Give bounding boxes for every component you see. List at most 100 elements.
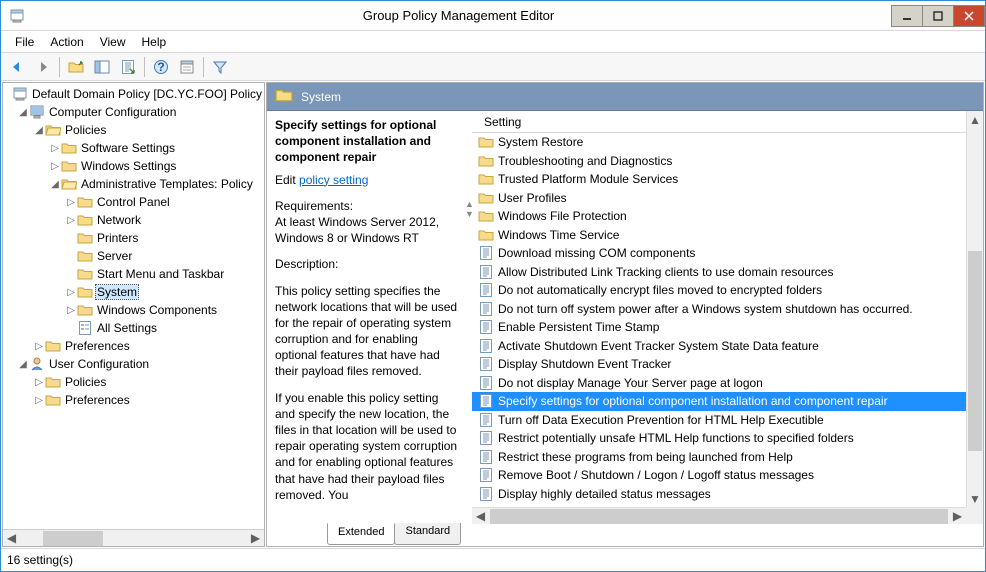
list-item[interactable]: Specify settings for optional component … — [472, 392, 983, 411]
filter-button[interactable] — [208, 55, 232, 79]
detail-pane: System Specify settings for optional com… — [266, 82, 984, 547]
list-item-label: Restrict these programs from being launc… — [498, 450, 793, 464]
tree-pane[interactable]: Default Domain Policy [DC.YC.FOO] Policy… — [2, 82, 265, 547]
list-item[interactable]: Remove Boot / Shutdown / Logon / Logoff … — [472, 466, 983, 485]
tree-software-settings[interactable]: ▷Software Settings — [3, 139, 264, 157]
app-icon — [9, 8, 25, 24]
tree-user-config[interactable]: ◢User Configuration — [3, 355, 264, 373]
export-list-button[interactable] — [116, 55, 140, 79]
back-button[interactable] — [5, 55, 29, 79]
view-tabs: Extended Standard — [267, 524, 983, 546]
tree-horizontal-scrollbar[interactable]: ◀▶ — [3, 529, 264, 546]
window-title: Group Policy Management Editor — [25, 8, 892, 23]
tree-server[interactable]: Server — [3, 247, 264, 265]
list-item[interactable]: System Restore — [472, 133, 983, 152]
list-item-label: Specify settings for optional component … — [498, 394, 888, 408]
collapse-icon[interactable]: ◢ — [17, 107, 29, 118]
menu-file[interactable]: File — [7, 33, 42, 51]
list-item[interactable]: Windows Time Service — [472, 226, 983, 245]
properties-button[interactable] — [175, 55, 199, 79]
tree-root[interactable]: Default Domain Policy [DC.YC.FOO] Policy — [3, 85, 264, 103]
list-item[interactable]: Download missing COM components — [472, 244, 983, 263]
list-item[interactable]: Do not display Manage Your Server page a… — [472, 374, 983, 393]
svg-text:?: ? — [157, 60, 164, 74]
policy-icon — [478, 319, 494, 335]
policy-icon — [478, 356, 494, 372]
show-hide-tree-button[interactable] — [90, 55, 114, 79]
tree-system[interactable]: ▷System — [3, 283, 264, 301]
tree-computer-config[interactable]: ◢Computer Configuration — [3, 103, 264, 121]
tree-start-menu[interactable]: Start Menu and Taskbar — [3, 265, 264, 283]
maximize-button[interactable] — [922, 5, 954, 27]
collapse-icon[interactable]: ◢ — [49, 179, 61, 190]
settings-list: Setting System RestoreTroubleshooting an… — [472, 111, 983, 524]
tree-policies[interactable]: ◢Policies — [3, 121, 264, 139]
list-item[interactable]: Do not automatically encrypt files moved… — [472, 281, 983, 300]
policy-icon — [478, 430, 494, 446]
collapse-icon[interactable]: ◢ — [17, 359, 29, 370]
expand-icon[interactable]: ▷ — [65, 197, 77, 208]
tab-standard[interactable]: Standard — [394, 523, 461, 545]
list-item[interactable]: Restrict potentially unsafe HTML Help fu… — [472, 429, 983, 448]
toolbar: ? — [1, 53, 985, 81]
tree-printers[interactable]: Printers — [3, 229, 264, 247]
tree-user-policies[interactable]: ▷Policies — [3, 373, 264, 391]
menu-action[interactable]: Action — [42, 33, 91, 51]
list-item[interactable]: Display highly detailed status messages — [472, 485, 983, 504]
policy-icon — [478, 449, 494, 465]
list-item[interactable]: Enable Persistent Time Stamp — [472, 318, 983, 337]
tree-windows-settings[interactable]: ▷Windows Settings — [3, 157, 264, 175]
collapse-icon[interactable]: ◢ — [33, 125, 45, 136]
list-item-label: Trusted Platform Module Services — [498, 172, 678, 186]
list-item[interactable]: Restrict these programs from being launc… — [472, 448, 983, 467]
expand-icon[interactable]: ▷ — [49, 161, 61, 172]
list-item[interactable]: Display Shutdown Event Tracker — [472, 355, 983, 374]
expand-icon[interactable]: ▷ — [33, 377, 45, 388]
tree-network[interactable]: ▷Network — [3, 211, 264, 229]
policy-icon — [478, 301, 494, 317]
list-item[interactable]: Turn off Data Execution Prevention for H… — [472, 411, 983, 430]
list-header[interactable]: Setting — [472, 111, 983, 133]
tree-user-preferences[interactable]: ▷Preferences — [3, 391, 264, 409]
menu-help[interactable]: Help — [134, 33, 175, 51]
list-item[interactable]: User Profiles — [472, 189, 983, 208]
up-button[interactable] — [64, 55, 88, 79]
expand-icon[interactable]: ▷ — [65, 215, 77, 226]
expand-icon[interactable]: ▷ — [33, 395, 45, 406]
folder-icon — [478, 208, 494, 224]
tree-windows-components[interactable]: ▷Windows Components — [3, 301, 264, 319]
policy-icon — [478, 282, 494, 298]
list-item[interactable]: Allow Distributed Link Tracking clients … — [472, 263, 983, 282]
expand-icon[interactable]: ▷ — [33, 341, 45, 352]
close-button[interactable] — [953, 5, 985, 27]
edit-policy-link[interactable]: policy setting — [299, 173, 368, 187]
list-item[interactable]: Windows File Protection — [472, 207, 983, 226]
list-item[interactable]: Troubleshooting and Diagnostics — [472, 152, 983, 171]
column-setting[interactable]: Setting — [478, 111, 983, 132]
list-item[interactable]: Trusted Platform Module Services — [472, 170, 983, 189]
tree-admin-templates[interactable]: ◢Administrative Templates: Policy — [3, 175, 264, 193]
expand-icon[interactable]: ▷ — [65, 287, 77, 298]
list-item-label: Allow Distributed Link Tracking clients … — [498, 265, 833, 279]
list-item-label: Windows File Protection — [498, 209, 627, 223]
description-label: Description: — [275, 256, 459, 272]
menu-bar: File Action View Help — [1, 31, 985, 53]
description-text-1: This policy setting specifies the networ… — [275, 283, 459, 380]
menu-view[interactable]: View — [92, 33, 134, 51]
expand-icon[interactable]: ▷ — [49, 143, 61, 154]
list-horizontal-scrollbar[interactable]: ◀▶ — [472, 507, 966, 524]
minimize-button[interactable] — [891, 5, 923, 27]
list-vertical-scrollbar[interactable]: ▲▼ — [966, 111, 983, 507]
tree-control-panel[interactable]: ▷Control Panel — [3, 193, 264, 211]
forward-button[interactable] — [31, 55, 55, 79]
tree-preferences[interactable]: ▷Preferences — [3, 337, 264, 355]
tab-extended[interactable]: Extended — [327, 523, 395, 545]
list-item[interactable]: Activate Shutdown Event Tracker System S… — [472, 337, 983, 356]
policy-icon — [478, 264, 494, 280]
tree-all-settings[interactable]: All Settings — [3, 319, 264, 337]
list-item[interactable]: Do not turn off system power after a Win… — [472, 300, 983, 319]
list-item-label: Turn off Data Execution Prevention for H… — [498, 413, 824, 427]
policy-icon — [478, 393, 494, 409]
expand-icon[interactable]: ▷ — [65, 305, 77, 316]
help-button[interactable]: ? — [149, 55, 173, 79]
